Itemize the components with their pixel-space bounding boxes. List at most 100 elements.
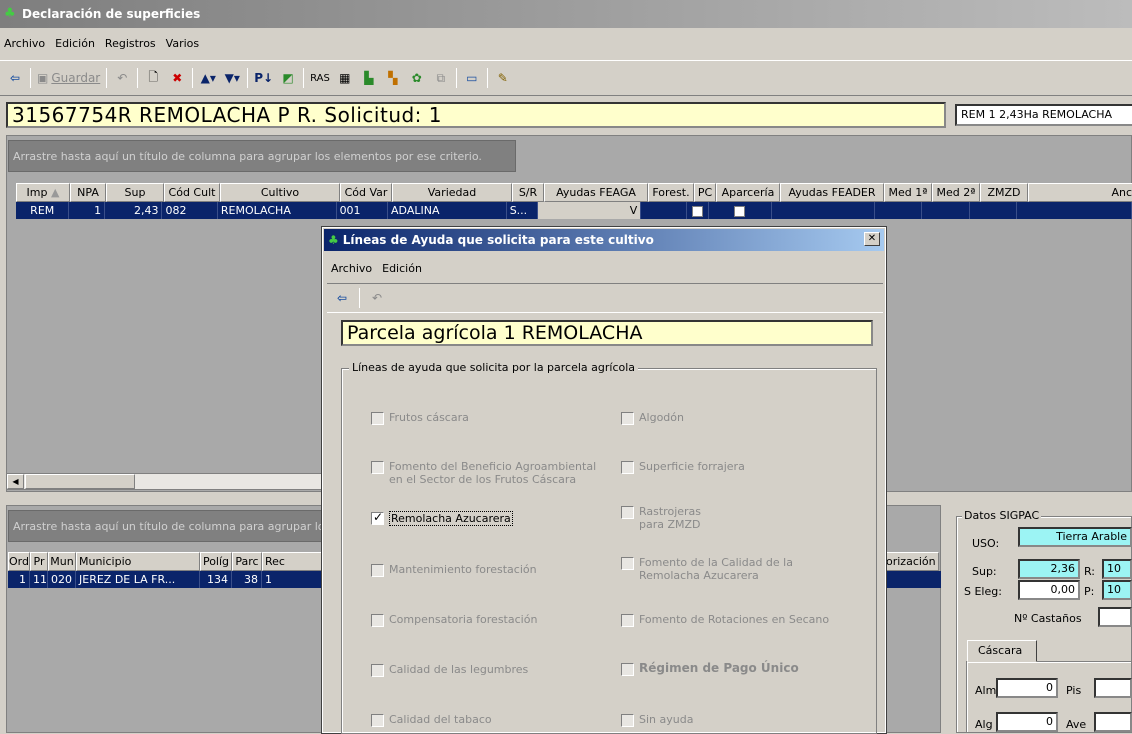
parcels-icon[interactable]: ▚ (384, 68, 402, 88)
checkbox-mantenimiento-forestacion[interactable]: Mantenimiento forestación (371, 563, 611, 577)
checkbox-superficie-forrajera[interactable]: Superficie forrajera (621, 460, 861, 474)
checkbox-box[interactable] (621, 412, 634, 425)
checkbox-box[interactable] (621, 506, 634, 519)
dialog-menu-edicion[interactable]: Edición (382, 262, 422, 275)
column-header[interactable]: Ord (8, 552, 30, 571)
edit-form-icon[interactable]: ✎ (494, 68, 512, 88)
chart-icon[interactable]: ▙ (360, 68, 378, 88)
table-row-right[interactable] (885, 571, 941, 588)
uso-field[interactable]: Tierra Arable (1018, 527, 1132, 547)
column-header[interactable]: Med 2ª (932, 183, 980, 202)
checkbox-calidad-legumbres[interactable]: Calidad de las legumbres (371, 663, 611, 677)
tab-cascara[interactable]: Cáscara (967, 640, 1037, 662)
calculator-icon[interactable]: ▦ (336, 68, 354, 88)
menu-archivo[interactable]: Archivo (4, 37, 45, 50)
scroll-left-icon[interactable]: ◀ (7, 474, 24, 489)
alm-field[interactable]: 0 (996, 678, 1058, 698)
column-header[interactable]: orización (885, 552, 939, 571)
scrollbar-thumb[interactable] (25, 474, 135, 489)
checkbox-box[interactable] (621, 557, 634, 570)
group-by-area[interactable]: Arrastre hasta aquí un título de columna… (8, 140, 516, 172)
group-by-area[interactable]: Arrastre hasta aquí un título de columna… (8, 510, 323, 542)
column-header[interactable]: NPA (70, 183, 106, 202)
alg-field[interactable]: 0 (996, 712, 1058, 732)
sort-icon[interactable]: P↓ (254, 68, 273, 88)
delete-icon[interactable]: ✖ (168, 68, 186, 88)
column-header[interactable]: Aparcería (716, 183, 780, 202)
checkbox-sin-ayuda[interactable]: Sin ayuda (621, 713, 861, 727)
checkbox-regimen-pago-unico[interactable]: Régimen de Pago Único (621, 662, 861, 676)
map-icon[interactable]: ◩ (279, 68, 297, 88)
ras-button[interactable]: RAS (310, 68, 330, 88)
checkbox-box[interactable] (621, 663, 634, 676)
column-header[interactable]: Med 1ª (884, 183, 932, 202)
pc-checkbox[interactable] (691, 205, 703, 217)
checkbox-rastrojeras-zmzd[interactable]: Rastrojeras para ZMZD (621, 505, 721, 531)
checkbox-box[interactable] (371, 614, 384, 627)
checkbox-compensatoria-forestacion[interactable]: Compensatoria forestación (371, 613, 611, 627)
column-header[interactable]: Municipio (76, 552, 200, 571)
new-document-icon[interactable]: 🗋 (144, 68, 162, 88)
menu-edicion[interactable]: Edición (55, 37, 95, 50)
plant-icon[interactable]: ✿ (408, 68, 426, 88)
move-up-icon[interactable]: ▲▾ (199, 68, 217, 88)
checkbox-box[interactable] (371, 412, 384, 425)
back-arrow-icon[interactable]: ⇦ (6, 68, 24, 88)
checkbox-remolacha-azucarera[interactable]: Remolacha Azucarera (371, 511, 611, 526)
cell-aparceria[interactable] (709, 202, 772, 219)
column-header[interactable]: Cód Var (340, 183, 392, 202)
save-button[interactable]: ▣ Guardar (37, 68, 100, 88)
table-row[interactable]: REM 1 2,43 082 REMOLACHA 001 ADALINA S..… (16, 202, 1132, 219)
column-header[interactable]: Ayudas FEADER (780, 183, 884, 202)
p-field[interactable]: 10 (1102, 580, 1132, 600)
checkbox-box[interactable] (371, 664, 384, 677)
close-icon[interactable]: ✕ (864, 232, 880, 246)
checkbox-box[interactable] (621, 461, 634, 474)
column-header[interactable]: Parc (232, 552, 262, 571)
checkbox-calidad-tabaco[interactable]: Calidad del tabaco (371, 713, 611, 727)
checkbox-fomento-calidad-remolacha[interactable]: Fomento de la Calidad de la Remolacha Az… (621, 556, 801, 582)
checkbox-box[interactable] (371, 714, 384, 727)
horizontal-scrollbar[interactable]: ◀ (6, 473, 326, 490)
undo-icon[interactable]: ↶ (113, 68, 131, 88)
undo-icon[interactable]: ↶ (368, 288, 386, 308)
r-field[interactable]: 10 (1102, 559, 1132, 579)
dialog-menu-archivo[interactable]: Archivo (331, 262, 372, 275)
menu-varios[interactable]: Varios (166, 37, 199, 50)
checkbox-algodon[interactable]: Algodón (621, 411, 861, 425)
menu-registros[interactable]: Registros (105, 37, 156, 50)
screen-icon[interactable]: ▭ (463, 68, 481, 88)
checkbox-box[interactable] (621, 614, 634, 627)
checkbox-fomento-rotaciones[interactable]: Fomento de Rotaciones en Secano (621, 613, 871, 627)
checkbox-box[interactable] (371, 564, 384, 577)
column-header[interactable]: Mun (48, 552, 76, 571)
table-row[interactable]: 1 11 020 JEREZ DE LA FR... 134 38 1 (8, 571, 323, 588)
column-header[interactable]: Forest. (648, 183, 694, 202)
move-down-icon[interactable]: ▼▾ (223, 68, 241, 88)
cell-pc[interactable] (687, 202, 709, 219)
column-header[interactable]: Ayudas FEAGA (544, 183, 648, 202)
s-eleg-field[interactable]: 0,00 (1018, 580, 1080, 600)
column-header[interactable]: Pr (30, 552, 48, 571)
back-arrow-icon[interactable]: ⇦ (333, 288, 351, 308)
sup-field[interactable]: 2,36 (1018, 559, 1080, 579)
column-header[interactable]: Imp ▲ (16, 183, 70, 202)
ave-field[interactable] (1094, 712, 1132, 732)
column-header[interactable]: Cód Cult (164, 183, 220, 202)
castanos-field[interactable] (1098, 607, 1132, 627)
report-icon[interactable]: ⧉ (432, 68, 450, 88)
aparceria-checkbox[interactable] (734, 205, 746, 217)
column-header[interactable]: ZMZD (980, 183, 1028, 202)
column-header[interactable]: Anch (1028, 183, 1132, 202)
pis-field[interactable] (1094, 678, 1132, 698)
checkbox-box[interactable] (371, 511, 384, 525)
column-header[interactable]: Cultivo (220, 183, 340, 202)
column-header[interactable]: Variedad (392, 183, 512, 202)
checkbox-fomento-beneficio[interactable]: Fomento del Beneficio Agroambiental en e… (371, 460, 611, 486)
column-header[interactable]: Rec (262, 552, 322, 571)
column-header[interactable]: S/R (512, 183, 544, 202)
column-header[interactable]: Sup (106, 183, 164, 202)
checkbox-frutos-cascara[interactable]: Frutos cáscara (371, 411, 611, 425)
checkbox-box[interactable] (371, 461, 384, 474)
column-header[interactable]: Políg (200, 552, 232, 571)
